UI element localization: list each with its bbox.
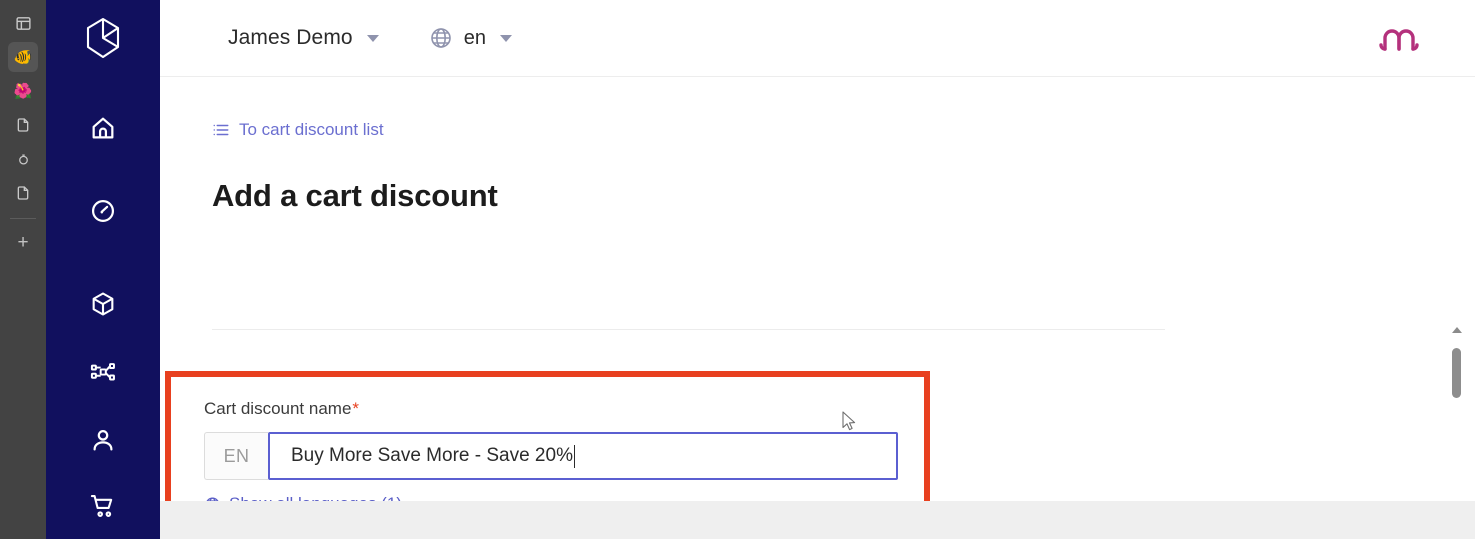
app-glyph: 🐠: [13, 48, 33, 66]
app-rail: 🐠 🌺 +: [0, 0, 46, 539]
chevron-down-icon: [366, 34, 379, 42]
input-value-text: Buy More Save More - Save 20%: [291, 445, 573, 466]
required-marker: *: [352, 399, 360, 418]
user-name-label: James Demo: [228, 26, 353, 49]
localized-input-row: EN Buy More Save More - Save 20%: [204, 432, 898, 480]
bulb-icon[interactable]: [8, 144, 38, 174]
brand-logo-icon: [1378, 21, 1420, 55]
document-icon-1[interactable]: [8, 110, 38, 140]
main-panel: James Demo en To cart discount list Add …: [160, 0, 1475, 539]
globe-icon: [429, 26, 453, 50]
sidebar-item-dashboard[interactable]: [79, 196, 127, 227]
document-icon-2[interactable]: [8, 178, 38, 208]
sidebar-item-customers[interactable]: [79, 424, 127, 455]
chevron-down-icon: [499, 34, 512, 42]
scroll-thumb[interactable]: [1452, 348, 1461, 398]
page-title: Add a cart discount: [212, 178, 498, 213]
cart-discount-name-label: Cart discount name: [204, 399, 352, 418]
add-tab-button[interactable]: +: [8, 227, 38, 257]
breadcrumb[interactable]: To cart discount list: [212, 120, 384, 140]
pinwheel-glyph: 🌺: [13, 82, 33, 100]
cube-logo-icon[interactable]: [83, 16, 123, 65]
window-panel-icon[interactable]: [8, 8, 38, 38]
content-scrollbar[interactable]: [1448, 322, 1465, 539]
screen-root: 🐠 🌺 + James Demo en To cart discount lis…: [0, 0, 1475, 539]
cart-discount-name-input[interactable]: Buy More Save More - Save 20%: [268, 432, 898, 480]
locale-prefix-chip: EN: [204, 432, 268, 480]
sidebar-item-categories[interactable]: [79, 356, 127, 387]
rail-divider: [10, 218, 36, 219]
app-icon-selected[interactable]: 🐠: [8, 42, 38, 72]
content-bottom-strip: [160, 501, 1475, 539]
main-sidebar: [46, 0, 160, 539]
content-area: To cart discount list Add a cart discoun…: [160, 77, 1475, 539]
locale-switcher[interactable]: en: [429, 26, 512, 50]
breadcrumb-label: To cart discount list: [239, 120, 384, 139]
pinwheel-icon[interactable]: 🌺: [8, 76, 38, 106]
topbar: James Demo en: [160, 0, 1475, 77]
field-label-row: Cart discount name*: [204, 399, 924, 419]
section-divider: [212, 329, 1165, 330]
sidebar-item-home[interactable]: [79, 113, 127, 144]
text-cursor: [573, 444, 575, 468]
sidebar-item-cart[interactable]: [79, 490, 127, 521]
sidebar-item-products[interactable]: [79, 289, 127, 320]
list-icon: [212, 121, 230, 139]
locale-label: en: [463, 26, 486, 49]
rail-add-label: +: [17, 231, 29, 253]
scroll-up-arrow[interactable]: [1451, 327, 1462, 333]
user-switcher[interactable]: James Demo: [228, 26, 379, 50]
